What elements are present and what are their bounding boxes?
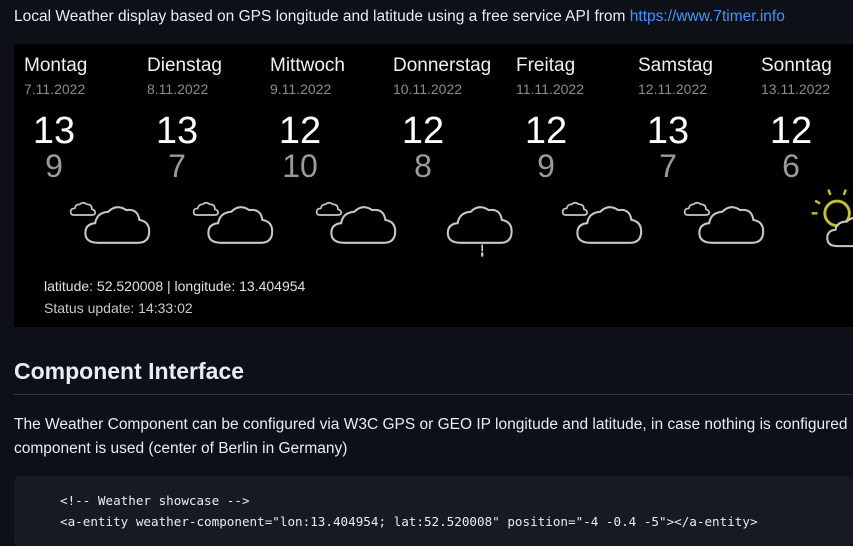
- day-name: Mittwoch: [270, 55, 345, 76]
- weather-display: Montag 7.11.2022 13 9 Dienstag 8.11.2022 13 7 …: [14, 44, 853, 327]
- cloud-icon: [69, 184, 159, 264]
- low-temp: 7: [659, 148, 677, 184]
- cloud-icon: [683, 184, 773, 264]
- 7timer-link[interactable]: https://www.7timer.info: [630, 8, 785, 25]
- day-name: Sonntag: [761, 55, 832, 76]
- low-temp: 9: [45, 148, 63, 184]
- rain-cloud-icon: [438, 184, 528, 264]
- intro-text: Local Weather display based on GPS longi…: [14, 7, 853, 27]
- low-temp: 7: [168, 148, 186, 184]
- low-temp: 8: [414, 148, 432, 184]
- low-temp: 6: [782, 148, 800, 184]
- cloud-icon: [315, 184, 405, 264]
- high-temp: 12: [524, 110, 568, 152]
- high-temp: 13: [32, 110, 76, 152]
- high-temp: 12: [278, 110, 322, 152]
- day-date: 12.11.2022: [638, 81, 708, 97]
- section-paragraph: The Weather Component can be configured …: [14, 413, 853, 461]
- low-temp: 10: [282, 148, 318, 184]
- status-update: Status update: 14:33:02: [44, 300, 193, 316]
- low-temp: 9: [537, 148, 555, 184]
- day-date: 8.11.2022: [147, 81, 209, 97]
- paragraph-line: The Weather Component can be configured …: [14, 416, 848, 433]
- forecast-day: Freitag 11.11.2022 12 9: [516, 44, 643, 244]
- high-temp: 13: [646, 110, 690, 152]
- day-date: 10.11.2022: [393, 81, 463, 97]
- intro-label: Local Weather display based on GPS longi…: [14, 8, 630, 25]
- coordinates-text: latitude: 52.520008 | longitude: 13.4049…: [44, 278, 306, 294]
- day-name: Dienstag: [147, 55, 222, 76]
- day-name: Donnerstag: [393, 55, 492, 76]
- forecast-day: Montag 7.11.2022 13 9: [24, 44, 151, 244]
- high-temp: 13: [155, 110, 199, 152]
- section-divider: [14, 394, 853, 395]
- forecast-day: Sonntag 13.11.2022 12 6: [761, 44, 853, 248]
- code-line: <a-entity weather-component="lon:13.4049…: [60, 514, 758, 529]
- partly-sunny-icon: [806, 184, 853, 264]
- forecast-day: Dienstag 8.11.2022 13 7: [147, 44, 274, 244]
- high-temp: 12: [769, 110, 813, 152]
- section-title: Component Interface: [14, 358, 245, 384]
- code-line: <!-- Weather showcase -->: [60, 493, 250, 508]
- day-date: 13.11.2022: [761, 81, 831, 97]
- paragraph-line: component is used (center of Berlin in G…: [14, 440, 348, 457]
- day-name: Samstag: [638, 55, 713, 76]
- day-name: Freitag: [516, 55, 576, 76]
- day-date: 9.11.2022: [270, 81, 332, 97]
- code-block: <!-- Weather showcase --> <a-entity weat…: [14, 476, 853, 546]
- high-temp: 12: [401, 110, 445, 152]
- day-date: 7.11.2022: [24, 81, 86, 97]
- day-date: 11.11.2022: [516, 81, 584, 97]
- forecast-day: Mittwoch 9.11.2022 12 10: [270, 44, 397, 244]
- day-name: Montag: [24, 55, 88, 76]
- cloud-icon: [192, 184, 282, 264]
- forecast-day: Donnerstag 10.11.2022 12 8: [393, 44, 516, 258]
- forecast-day: Samstag 12.11.2022 13 7: [638, 44, 765, 244]
